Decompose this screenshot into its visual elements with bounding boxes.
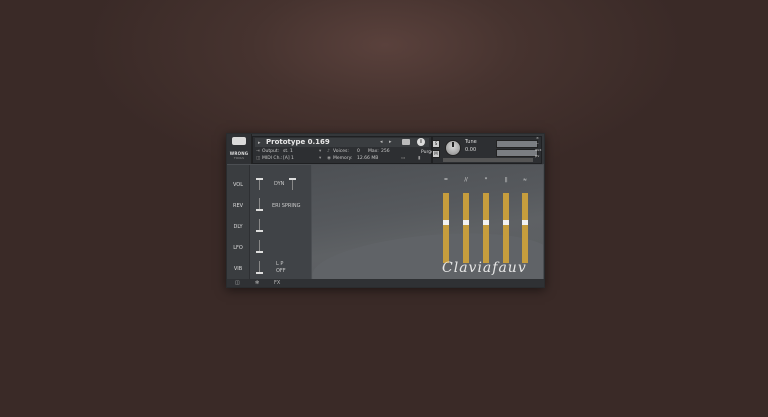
instrument-header: ▸ Prototype 0.169 ◂ ▸ i ⇥ Output: st. 1 …: [252, 136, 434, 164]
plugin-window: WRONG TOOLS ▸ Prototype 0.169 ◂ ▸ i ⇥ Ou…: [226, 133, 545, 288]
reverb-type-select[interactable]: ERI SPRING: [272, 203, 300, 209]
prev-preset-icon[interactable]: ◂: [380, 139, 383, 145]
fader-label: =: [443, 177, 449, 183]
mute-button[interactable]: M: [432, 150, 440, 158]
solo-button[interactable]: S: [432, 140, 440, 148]
main-panel: = // * || ≈ Claviafauv: [312, 165, 543, 279]
wrong-tools-logo[interactable]: WRONG TOOLS: [227, 134, 252, 164]
logo-text-secondary: TOOLS: [233, 156, 245, 160]
pv-button[interactable]: pv: [535, 154, 539, 158]
fader-label: *: [484, 177, 488, 183]
fader-handle[interactable]: [522, 220, 528, 225]
rev-slider-handle[interactable]: [256, 209, 263, 211]
level-meter-left: [496, 140, 538, 148]
fader-label: ||: [504, 177, 508, 183]
lp-toggle[interactable]: OFF: [276, 268, 286, 274]
max-voices-value[interactable]: 256: [381, 149, 390, 154]
footer-bar: ◫ ✻ FX: [227, 279, 544, 287]
level-bars-icon: ▮: [418, 156, 421, 161]
voices-value: 0: [357, 149, 360, 154]
title-bar: ▸ Prototype 0.169 ◂ ▸ i: [255, 138, 429, 147]
output-dropdown-icon[interactable]: ▾: [319, 149, 321, 154]
output-label: Output:: [262, 149, 280, 154]
memory-value: 12.66 MB: [357, 156, 379, 161]
vol-slider-handle[interactable]: [256, 178, 263, 180]
fader-2[interactable]: [463, 193, 469, 263]
lp-label: L P: [276, 261, 284, 267]
fader-5[interactable]: [522, 193, 528, 263]
output-select[interactable]: st. 1: [283, 149, 293, 154]
kontakt-header: WRONG TOOLS ▸ Prototype 0.169 ◂ ▸ i ⇥ Ou…: [227, 134, 544, 164]
snapshot-camera-icon[interactable]: [402, 139, 410, 145]
midi-dropdown-icon[interactable]: ▾: [319, 156, 321, 161]
brand-logo: Claviafauv: [442, 260, 527, 276]
dyn-label: DYN: [274, 181, 285, 187]
fader-4[interactable]: [503, 193, 509, 263]
nav-item-rev[interactable]: REV: [227, 203, 249, 209]
book-icon[interactable]: ◫: [235, 280, 240, 286]
midi-select[interactable]: [A] 1: [283, 156, 294, 161]
midi-monitor-icon: ▭: [401, 156, 406, 161]
fader-1[interactable]: [443, 193, 449, 263]
memory-label: Memory:: [333, 156, 353, 161]
lfo-slider-handle[interactable]: [256, 251, 263, 253]
fader-handle[interactable]: [463, 220, 469, 225]
midi-icon: ◫: [256, 156, 261, 161]
fx-button[interactable]: FX: [274, 280, 280, 286]
instrument-title: Prototype 0.169: [266, 138, 330, 146]
controls-panel: DYN ERI SPRING L P OFF: [250, 165, 311, 279]
output-icon: ⇥: [256, 149, 260, 154]
pan-volume-bar[interactable]: [443, 158, 533, 162]
memory-icon: ◉: [327, 156, 331, 161]
fader-label: ≈: [522, 177, 528, 183]
tune-value[interactable]: 0.00: [465, 147, 476, 153]
nav-item-lfo[interactable]: LFO: [227, 245, 249, 251]
nav-item-vib[interactable]: VIB: [227, 266, 249, 272]
nav-item-vol[interactable]: VOL: [227, 182, 249, 188]
fader-handle[interactable]: [503, 220, 509, 225]
minimize-icon[interactable]: −: [536, 142, 539, 146]
dly-slider-handle[interactable]: [256, 230, 263, 232]
fader-handle[interactable]: [443, 220, 449, 225]
next-preset-icon[interactable]: ▸: [389, 139, 392, 145]
effect-nav: VOL REV DLY LFO VIB: [227, 165, 250, 279]
info-icon[interactable]: i: [417, 138, 425, 146]
aux-button[interactable]: aux: [535, 148, 541, 152]
voices-label: Voices:: [333, 149, 349, 154]
voices-icon: ♪: [327, 149, 330, 154]
fader-label: //: [464, 177, 468, 183]
level-meter-right: [496, 149, 538, 157]
max-label: Max:: [368, 149, 379, 154]
nav-item-dly[interactable]: DLY: [227, 224, 249, 230]
fader-3[interactable]: [483, 193, 489, 263]
tune-panel: S M Tune 0.00: [432, 136, 542, 164]
tune-label: Tune: [465, 139, 477, 145]
vib-slider-handle[interactable]: [256, 272, 263, 274]
expand-icon[interactable]: ▸: [258, 140, 261, 146]
fader-handle[interactable]: [483, 220, 489, 225]
dyn-slider-handle[interactable]: [289, 178, 296, 180]
midi-label: MIDI Ch.:: [262, 156, 283, 161]
close-icon[interactable]: ×: [536, 136, 539, 140]
gear-icon[interactable]: ✻: [255, 280, 259, 286]
tune-knob[interactable]: [445, 140, 461, 156]
logo-mark-icon: [232, 137, 246, 145]
